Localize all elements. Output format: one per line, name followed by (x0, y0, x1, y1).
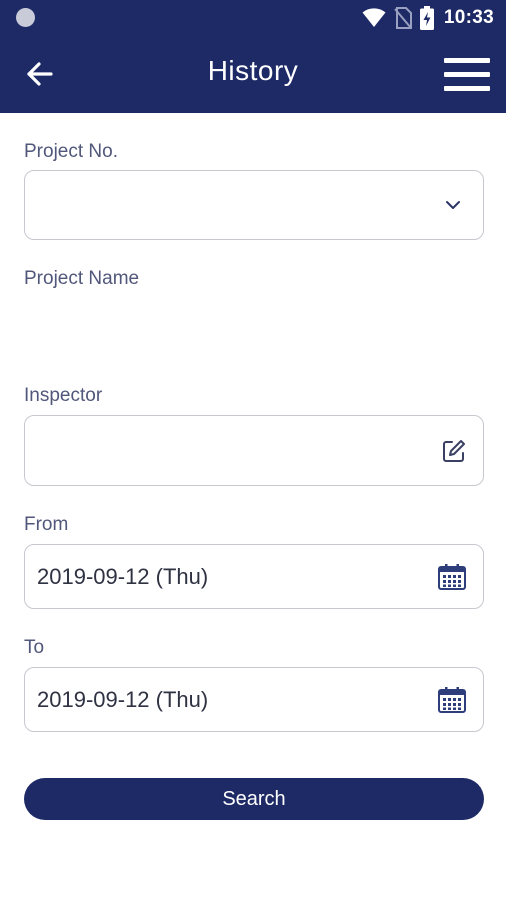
app-bar: 10:33 History (0, 0, 506, 113)
hamburger-menu-icon (444, 58, 490, 63)
from-label: From (24, 514, 69, 535)
inspector-field[interactable] (24, 415, 484, 486)
status-icons: 10:33 (362, 5, 494, 31)
project-no-label: Project No. (24, 141, 118, 162)
hamburger-menu-icon (444, 86, 490, 91)
search-button[interactable]: Search (24, 778, 484, 820)
calendar-icon[interactable] (437, 686, 467, 714)
project-no-select[interactable] (24, 170, 484, 240)
wifi-icon (362, 8, 386, 27)
circle-notification-icon (16, 8, 35, 27)
from-date-field[interactable]: 2019-09-12 (Thu) (24, 544, 484, 609)
menu-button[interactable] (444, 58, 490, 92)
from-date-value: 2019-09-12 (Thu) (37, 563, 209, 589)
calendar-icon[interactable] (437, 563, 467, 591)
edit-icon[interactable] (441, 438, 467, 464)
inspector-label: Inspector (24, 385, 103, 406)
status-bar: 10:33 (0, 0, 506, 36)
to-date-field[interactable]: 2019-09-12 (Thu) (24, 667, 484, 732)
battery-charging-icon (419, 6, 434, 30)
hamburger-menu-icon (444, 72, 490, 77)
project-name-label: Project Name (24, 268, 140, 289)
chevron-down-icon (446, 201, 460, 209)
to-label: To (24, 637, 45, 658)
status-time: 10:33 (443, 7, 494, 28)
no-sim-icon (394, 7, 412, 29)
to-date-value: 2019-09-12 (Thu) (37, 686, 209, 712)
page-title: History (207, 55, 299, 86)
